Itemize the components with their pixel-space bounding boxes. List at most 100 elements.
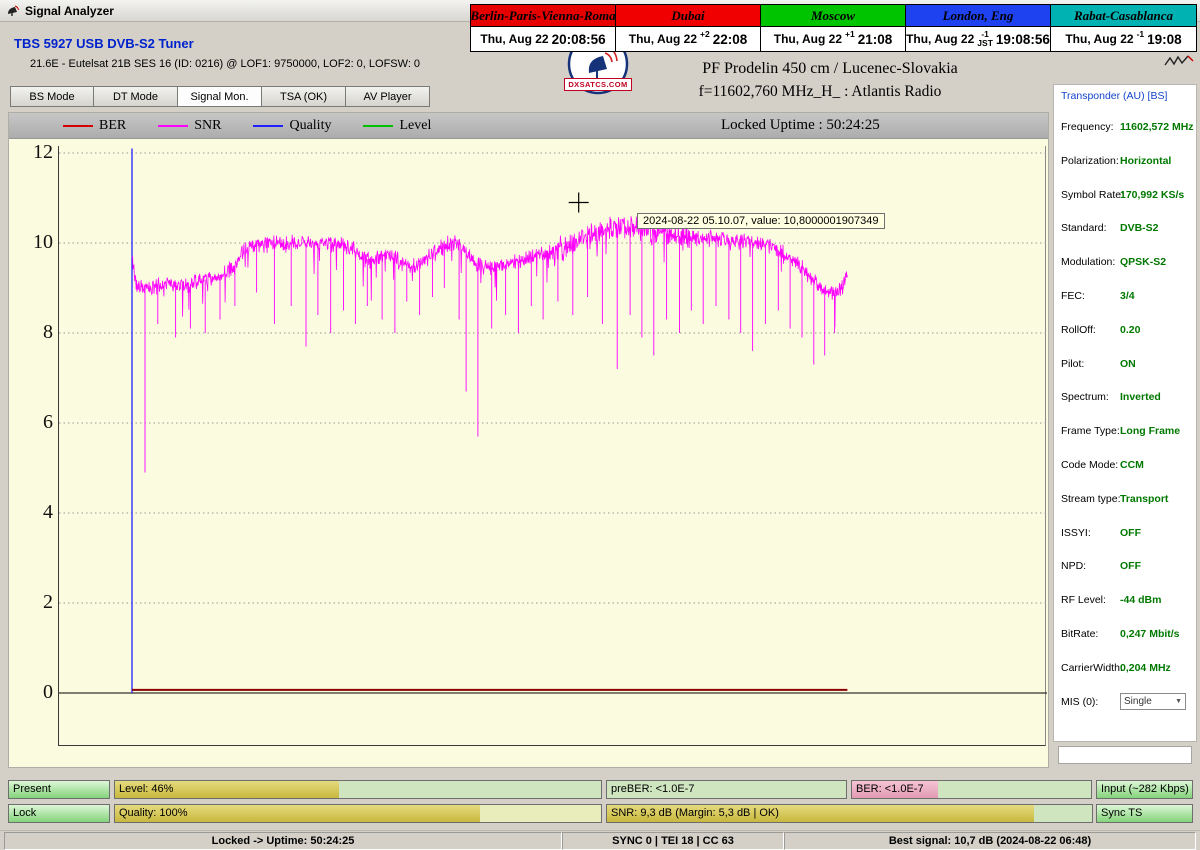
clock-date: Thu, Aug 22: [629, 32, 697, 46]
tab-signal-mon[interactable]: Signal Mon.: [178, 86, 262, 107]
transponder-value-frequency: 11602,572 MHz: [1120, 121, 1194, 133]
status-sync-ts: Sync TS: [1096, 804, 1193, 823]
transponder-value-pilot: ON: [1120, 358, 1136, 370]
transponder-value-modulation: QPSK-S2: [1120, 256, 1166, 268]
clock-datetime-moscow: Thu, Aug 22+121:08: [761, 27, 906, 51]
y-axis-tick-2: 2: [15, 591, 53, 614]
transponder-value-code-mode: CCM: [1120, 459, 1144, 471]
tab-tsa-ok[interactable]: TSA (OK): [262, 86, 346, 107]
clock-offset: -1JST: [977, 30, 993, 49]
transponder-label-mis-0: MIS (0):: [1061, 696, 1098, 708]
legend-line-icon: [253, 125, 283, 127]
legend-label: Quality: [289, 118, 331, 134]
chart-tooltip: 2024-08-22 05.10.07, value: 10,800000190…: [637, 213, 885, 229]
status-ber: BER: <1.0E-7: [851, 780, 1092, 799]
progress-label: Quality: 100%: [119, 805, 187, 822]
transponder-value-rf-level: -44 dBm: [1120, 594, 1161, 606]
transponder-label-fec: FEC:: [1061, 290, 1085, 302]
tab-dt-mode[interactable]: DT Mode: [94, 86, 178, 107]
transponder-value-stream-type: Transport: [1120, 493, 1168, 505]
y-axis-tick-4: 4: [15, 501, 53, 524]
clock-offset: -1: [1137, 30, 1145, 39]
window-title: Signal Analyzer: [25, 4, 114, 18]
signal-analyzer-window: { "titlebar": { "title": "Signal Analyze…: [0, 0, 1200, 850]
clock-time: 21:08: [858, 32, 893, 47]
clock-city-london-eng: London, Eng: [906, 5, 1051, 26]
y-axis-tick-6: 6: [15, 411, 53, 434]
clock-date: Thu, Aug 22: [1065, 32, 1133, 46]
tab-av-player[interactable]: AV Player: [346, 86, 430, 107]
world-clocks: Berlin-Paris-Vienna-RomaDubaiMoscowLondo…: [470, 4, 1197, 52]
clock-datetime-dubai: Thu, Aug 22+222:08: [616, 27, 761, 51]
status-snr: SNR: 9,3 dB (Margin: 5,3 dB | OK): [606, 804, 1093, 823]
transponder-value-npd: OFF: [1120, 560, 1141, 572]
statusbar-sync: SYNC 0 | TEI 18 | CC 63: [562, 832, 784, 850]
clock-time: 19:08:56: [996, 32, 1050, 47]
transponder-label-bitrate: BitRate:: [1061, 628, 1098, 640]
transponder-value-standard: DVB-S2: [1120, 222, 1159, 234]
transponder-label-issyi: ISSYI:: [1061, 527, 1091, 539]
transponder-value-carrierwidth: 0,204 MHz: [1120, 662, 1171, 674]
y-axis-tick-0: 0: [15, 681, 53, 704]
progress-label: SNR: 9,3 dB (Margin: 5,3 dB | OK): [611, 805, 779, 822]
clock-offset: +1: [845, 30, 855, 39]
transponder-label-stream-type: Stream type:: [1061, 493, 1121, 505]
dxsatcs-logo-text: DXSATCS.COM: [564, 78, 632, 91]
transponder-value-spectrum: Inverted: [1120, 391, 1161, 403]
clock-offset: +2: [700, 30, 710, 39]
status-quality: Quality: 100%: [114, 804, 602, 823]
transponder-title: Transponder (AU) [BS]: [1061, 90, 1167, 102]
statusbar-best-signal: Best signal: 10,7 dB (2024-08-22 06:48): [784, 832, 1196, 850]
transponder-label-rolloff: RollOff:: [1061, 324, 1096, 336]
transponder-label-npd: NPD:: [1061, 560, 1086, 572]
tuner-details: 21.6E - Eutelsat 21B SES 16 (ID: 0216) @…: [30, 58, 420, 70]
transponder-value-frame-type: Long Frame: [1120, 425, 1180, 437]
transponder-value-fec: 3/4: [1120, 290, 1135, 302]
chart-legend: BER SNR Quality Level: [9, 113, 1048, 139]
mis-selected-value: Single: [1124, 696, 1152, 707]
locked-uptime-label: Locked Uptime : 50:24:25: [721, 117, 880, 134]
transponder-value-polarization: Horizontal: [1120, 155, 1171, 167]
progress-label: Level: 46%: [119, 781, 173, 798]
clock-city-moscow: Moscow: [761, 5, 906, 26]
clock-times: Thu, Aug 2220:08:56Thu, Aug 22+222:08Thu…: [471, 26, 1196, 51]
legend-label: BER: [99, 118, 126, 134]
progress-label: BER: <1.0E-7: [856, 781, 924, 798]
y-axis-tick-12: 12: [15, 141, 53, 164]
tab-bs-mode[interactable]: BS Mode: [10, 86, 94, 107]
legend-label: SNR: [194, 118, 221, 134]
signal-chart-svg[interactable]: [59, 146, 1047, 746]
status-preber: preBER: <1.0E-7: [606, 780, 847, 799]
transponder-value-issyi: OFF: [1120, 527, 1141, 539]
legend-label: Level: [399, 118, 431, 134]
transponder-value-bitrate: 0,247 Mbit/s: [1120, 628, 1180, 640]
mis-select[interactable]: Single ▼: [1120, 693, 1186, 710]
transponder-label-pilot: Pilot:: [1061, 358, 1084, 370]
transponder-label-frame-type: Frame Type:: [1061, 425, 1120, 437]
clock-city-berlin-paris-vienna-roma: Berlin-Paris-Vienna-Roma: [471, 5, 616, 26]
transponder-label-spectrum: Spectrum:: [1061, 391, 1109, 403]
clock-date: Thu, Aug 22: [906, 32, 974, 46]
legend-line-icon: [63, 125, 93, 127]
transponder-label-modulation: Modulation:: [1061, 256, 1115, 268]
statusbar-uptime: Locked -> Uptime: 50:24:25: [4, 832, 562, 850]
status-input-282-kbps: Input (~282 Kbps): [1096, 780, 1193, 799]
transponder-label-rf-level: RF Level:: [1061, 594, 1106, 606]
chevron-down-icon: ▼: [1175, 698, 1182, 705]
legend-item-level: Level: [363, 118, 431, 134]
progress-label: preBER: <1.0E-7: [611, 781, 694, 798]
signal-plot[interactable]: [58, 146, 1046, 746]
side-panel-footer-box: [1058, 746, 1192, 764]
statusbar: Locked -> Uptime: 50:24:25 SYNC 0 | TEI …: [0, 830, 1200, 850]
transponder-label-frequency: Frequency:: [1061, 121, 1114, 133]
clock-city-dubai: Dubai: [616, 5, 761, 26]
signal-trend-icon: [1164, 53, 1194, 68]
legend-line-icon: [363, 125, 393, 127]
clock-city-rabat-casablanca: Rabat-Casablanca: [1051, 5, 1196, 26]
clock-time: 22:08: [713, 32, 748, 47]
transponder-label-polarization: Polarization:: [1061, 155, 1119, 167]
clock-time: 19:08: [1147, 32, 1182, 47]
transponder-value-symbol-rate: 170,992 KS/s: [1120, 189, 1184, 201]
transponder-label-carrierwidth: CarrierWidth:: [1061, 662, 1123, 674]
frequency-service: f=11602,760 MHz_H_ : Atlantis Radio: [620, 83, 1020, 101]
